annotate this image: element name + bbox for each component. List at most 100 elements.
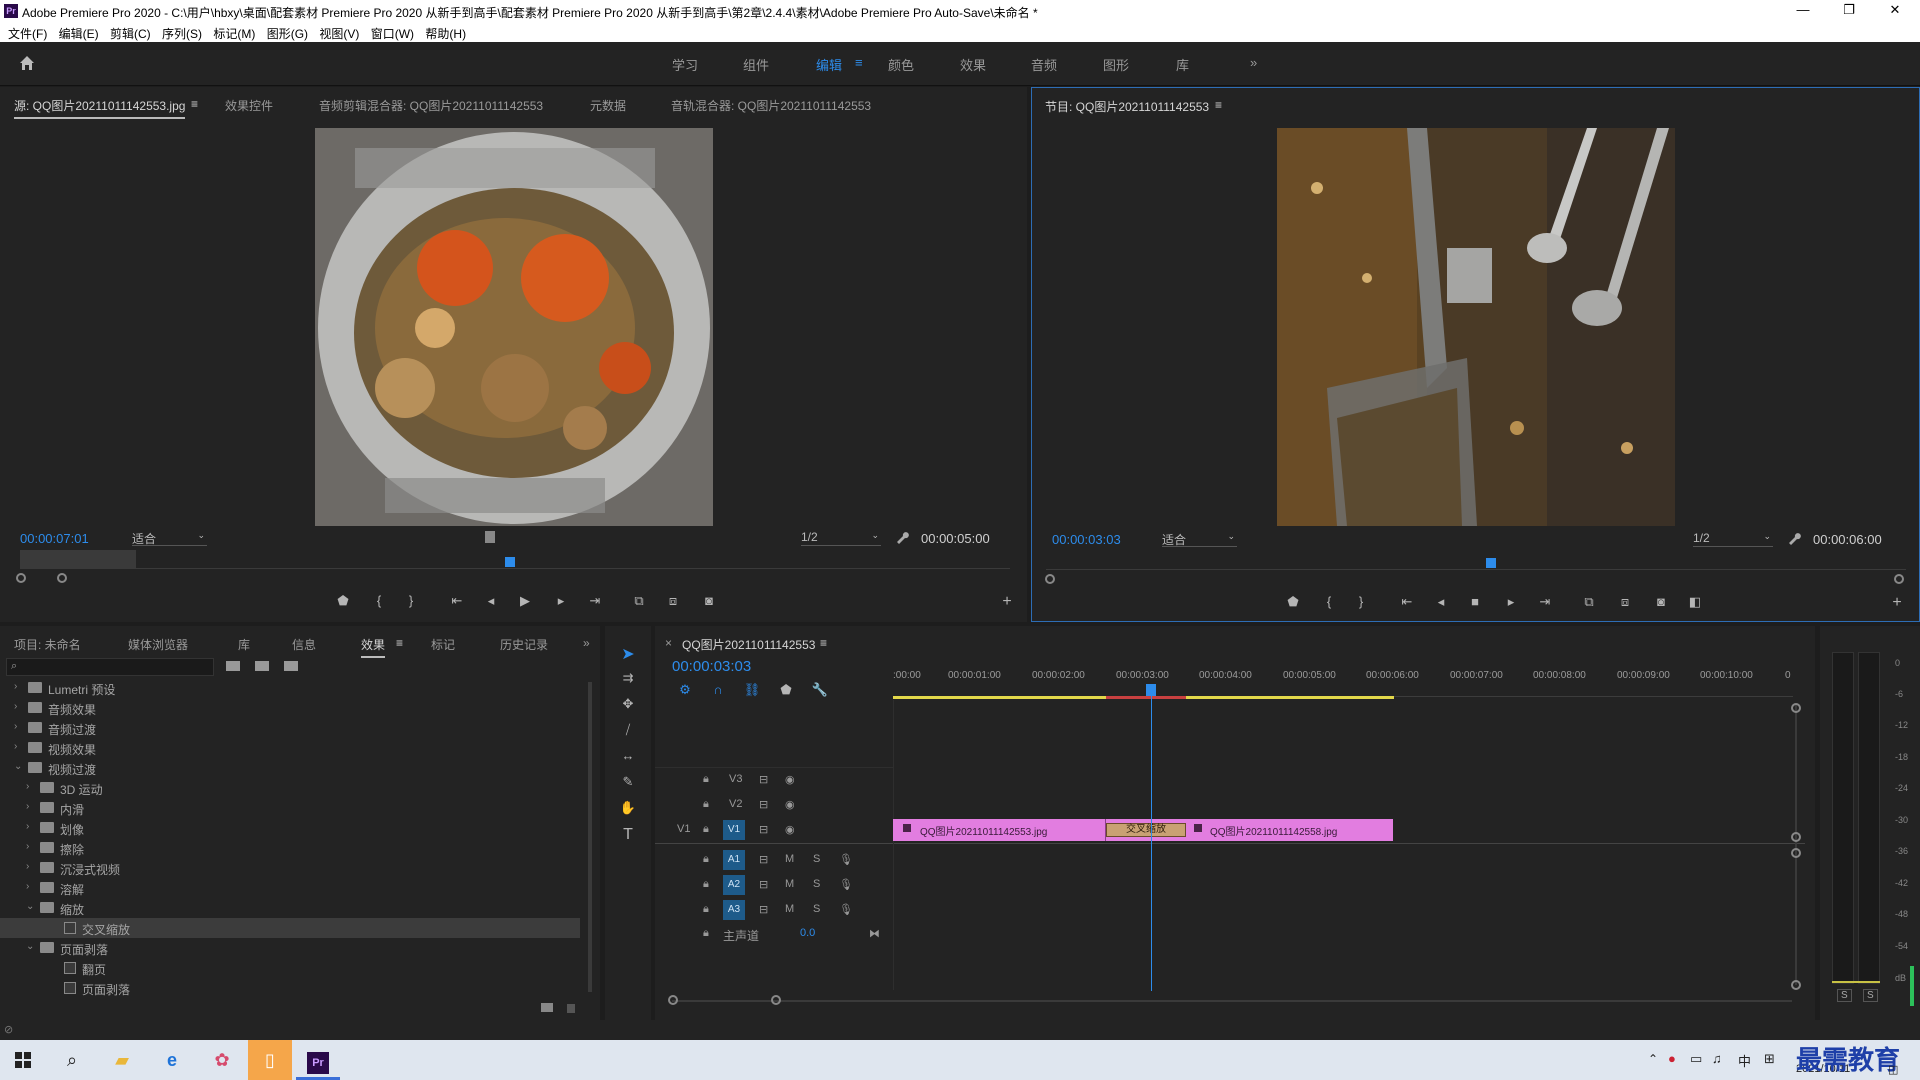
tab-source[interactable]: 源: QQ图片20211011142553.jpg <box>14 97 186 119</box>
export-frame-icon[interactable]: ◙ <box>1650 594 1672 609</box>
hand-tool-icon[interactable]: ✋ <box>617 800 639 816</box>
workspace-menu-icon[interactable]: ≡ <box>855 55 863 70</box>
zoom-handle-right[interactable] <box>771 995 781 1005</box>
menu-window[interactable]: 窗口(W) <box>371 25 414 42</box>
panel-menu-icon[interactable]: ≡ <box>820 636 827 650</box>
effect-folder[interactable]: › 音频效果 <box>0 698 580 718</box>
transition-cross-zoom[interactable]: 交叉缩放 <box>1106 823 1186 837</box>
workspace-color[interactable]: 颜色 <box>888 55 914 74</box>
menu-edit[interactable]: 编辑(E) <box>59 25 99 42</box>
tray-app-icon[interactable]: ● <box>1668 1051 1676 1066</box>
mute-button[interactable]: M <box>785 878 794 890</box>
source-playhead[interactable] <box>505 557 515 567</box>
stop-button[interactable]: ■ <box>1464 594 1486 609</box>
tab-metadata[interactable]: 元数据 <box>590 97 626 114</box>
effect-folder[interactable]: › Lumetri 预设 <box>0 678 580 698</box>
workspace-graphics[interactable]: 图形 <box>1103 55 1129 74</box>
new-folder-icon[interactable] <box>540 1001 554 1013</box>
insert-button[interactable]: ⧉ <box>628 593 650 609</box>
lock-icon[interactable]: 🔒︎ <box>703 823 709 836</box>
solo-left-button[interactable]: S <box>1837 989 1852 1002</box>
step-back-button[interactable]: ◂ <box>1430 594 1452 610</box>
step-back-button[interactable]: ◂ <box>480 593 502 609</box>
ime-mode-icon[interactable]: ⊞ <box>1764 1051 1775 1067</box>
more-workspaces-icon[interactable]: » <box>1250 55 1257 70</box>
timeline-playhead-handle[interactable] <box>1146 684 1156 696</box>
tab-project[interactable]: 项目: 未命名 <box>14 636 81 653</box>
sync-lock-icon[interactable]: ⊟ <box>759 823 768 836</box>
nest-toggle-icon[interactable]: ⚙ <box>674 682 696 698</box>
type-tool-icon[interactable]: T <box>617 826 639 844</box>
menu-file[interactable]: 文件(F) <box>8 25 47 42</box>
scroll-handle[interactable] <box>1791 848 1801 858</box>
track-a1-target[interactable]: A1 <box>723 850 745 870</box>
file-explorer-icon[interactable]: ▰ <box>100 1040 144 1080</box>
close-sequence-icon[interactable]: × <box>665 636 672 650</box>
source-scroll-handle-right[interactable] <box>57 573 67 583</box>
more-tabs-icon[interactable]: » <box>583 636 590 650</box>
eye-icon[interactable]: ◉ <box>785 798 795 811</box>
effect-folder[interactable]: › 视频效果 <box>0 738 580 758</box>
clip-2[interactable]: QQ图片20211011142558.jpg <box>1186 819 1393 841</box>
meter-scrollbar[interactable] <box>1910 966 1914 1006</box>
slip-tool-icon[interactable]: ↔ <box>617 748 639 763</box>
timeline-horizontal-scrollbar[interactable] <box>672 1000 1792 1002</box>
effect-folder[interactable]: › 沉浸式视频 <box>0 858 580 878</box>
mark-out-button[interactable]: } <box>400 593 422 608</box>
chevron-right-icon[interactable]: › <box>26 841 29 852</box>
workspace-editing[interactable]: 编辑 <box>816 55 842 74</box>
selection-tool-icon[interactable]: ➤ <box>617 644 639 664</box>
program-playhead[interactable] <box>1486 558 1496 568</box>
mic-icon[interactable]: 🎙︎ <box>839 903 853 916</box>
program-scroll-handle-right[interactable] <box>1894 574 1904 584</box>
tab-sequence[interactable]: QQ图片20211011142553 <box>682 636 815 653</box>
track-v3-label[interactable]: V3 <box>729 773 742 785</box>
effect-item[interactable]: 翻页 <box>0 958 580 978</box>
panel-menu-icon[interactable]: ≡ <box>191 97 198 111</box>
go-to-in-button[interactable]: ⇤ <box>446 593 468 609</box>
track-v2-label[interactable]: V2 <box>729 798 742 810</box>
lock-icon[interactable]: 🔒︎ <box>703 878 709 891</box>
track-v1-target[interactable]: V1 <box>723 820 745 840</box>
add-button-icon[interactable]: + <box>1886 594 1908 612</box>
effect-folder[interactable]: ⌄ 页面剥落 <box>0 938 580 958</box>
program-scroll-handle-left[interactable] <box>1045 574 1055 584</box>
play-button[interactable]: ▶ <box>514 593 536 609</box>
lock-icon[interactable]: 🔒︎ <box>703 853 709 866</box>
add-marker-button[interactable]: ⬟ <box>1282 594 1304 610</box>
step-forward-button[interactable]: ▸ <box>550 593 572 609</box>
compare-view-icon[interactable]: ◧ <box>1684 594 1706 610</box>
menu-help[interactable]: 帮助(H) <box>425 25 466 42</box>
solo-button[interactable]: S <box>813 853 820 865</box>
export-frame-icon[interactable]: ◙ <box>698 593 720 608</box>
effect-folder[interactable]: ⌄ 缩放 <box>0 898 580 918</box>
sync-lock-icon[interactable]: ⊟ <box>759 773 768 786</box>
timeline-timecode[interactable]: 00:00:03:03 <box>672 658 751 675</box>
accelerated-effects-icon[interactable] <box>225 659 241 673</box>
program-fit-dropdown[interactable]: 适合 ⌄ <box>1162 531 1237 547</box>
premiere-taskbar-icon[interactable]: Pr <box>296 1040 340 1080</box>
mark-in-button[interactable]: { <box>1318 594 1340 609</box>
network-icon[interactable]: ▭ <box>1690 1051 1702 1067</box>
wrench-icon[interactable] <box>895 530 909 544</box>
add-button-icon[interactable]: + <box>996 593 1018 611</box>
snap-icon[interactable]: ∩ <box>707 682 729 697</box>
source-scroll-handle-left[interactable] <box>16 573 26 583</box>
chevron-right-icon[interactable]: › <box>26 821 29 832</box>
timeline-settings-icon[interactable]: 🔧 <box>809 682 831 698</box>
lock-icon[interactable]: 🔒︎ <box>703 927 709 940</box>
source-patch-v1[interactable]: V1 <box>677 823 690 835</box>
search-icon[interactable]: ⌕ <box>50 1040 94 1080</box>
track-a2-target[interactable]: A2 <box>723 875 745 895</box>
clip-1[interactable]: QQ图片20211011142553.jpg <box>893 819 1106 841</box>
panel-menu-icon[interactable]: ≡ <box>1215 98 1222 112</box>
mark-out-button[interactable]: } <box>1350 594 1372 609</box>
ripple-edit-tool-icon[interactable]: ✥ <box>617 696 639 712</box>
ime-indicator[interactable]: 中 <box>1738 1051 1751 1070</box>
master-volume[interactable]: 0.0 <box>800 927 815 939</box>
menu-marker[interactable]: 标记(M) <box>213 25 255 42</box>
effect-item[interactable]: 页面剥落 <box>0 978 580 998</box>
overwrite-button[interactable]: ⧈ <box>662 593 684 609</box>
yuv-effects-icon[interactable] <box>283 659 299 673</box>
trash-icon[interactable] <box>565 1001 577 1013</box>
